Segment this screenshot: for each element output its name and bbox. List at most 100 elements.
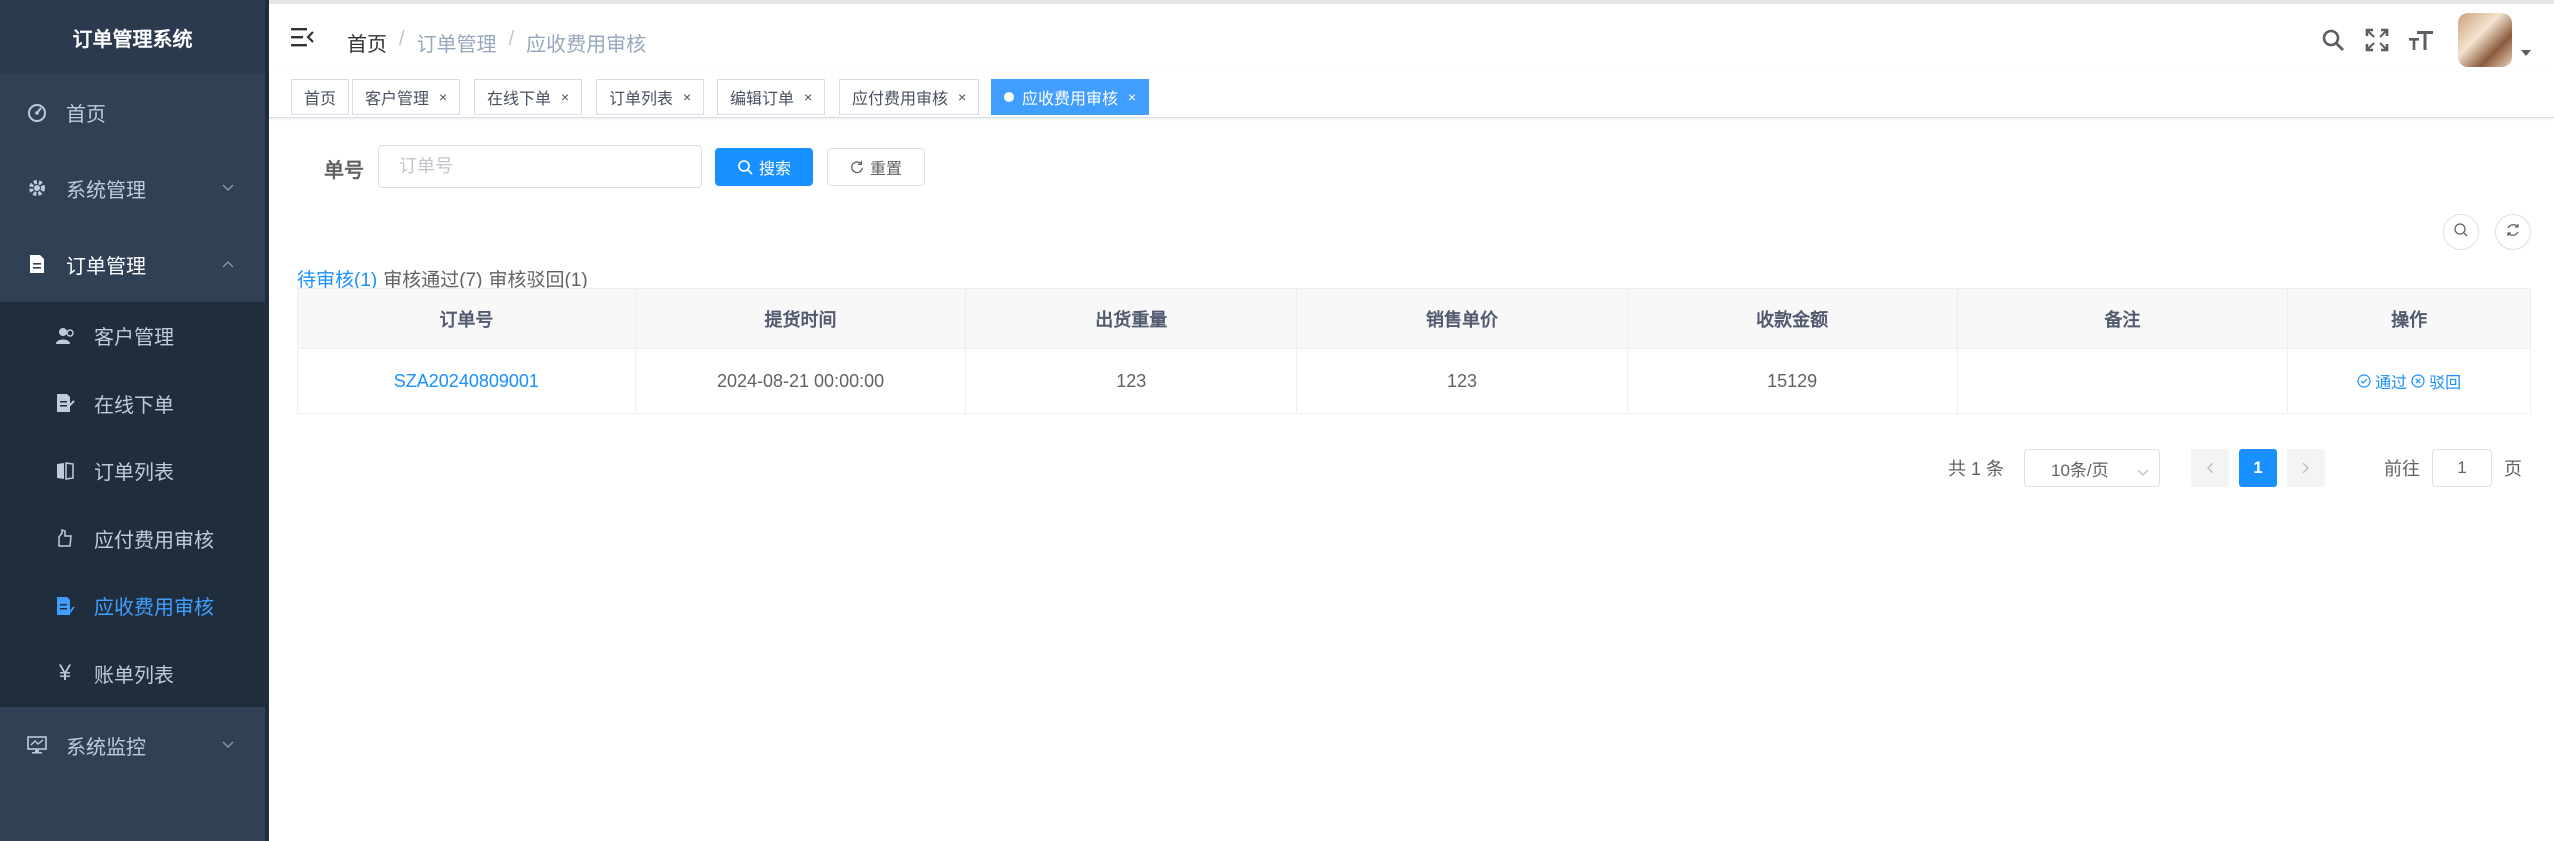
breadcrumb-current: 应收费用审核 <box>526 34 647 56</box>
page-size-value: 10条/页 <box>2051 460 2109 480</box>
font-size-icon[interactable] <box>2406 25 2436 55</box>
close-icon[interactable]: × <box>683 89 691 105</box>
sidebar-item-receivable-audit[interactable]: 应收费用审核 <box>0 572 265 640</box>
search-icon[interactable] <box>2318 25 2348 55</box>
sidebar-item-system-monitor[interactable]: 系统监控 <box>0 707 265 783</box>
table-row: SZA20240809001 2024-08-21 00:00:00 123 1… <box>298 349 2530 413</box>
sidebar-item-payable-audit[interactable]: 应付费用审核 <box>0 505 265 573</box>
goto-unit: 页 <box>2504 459 2522 479</box>
user-icon <box>54 325 76 347</box>
tag-order-list[interactable]: 订单列表 × <box>596 79 705 115</box>
search-button-label: 搜索 <box>758 161 791 178</box>
breadcrumb: 首页 / 订单管理 / 应收费用审核 <box>347 28 658 57</box>
reset-button[interactable]: 重置 <box>827 148 925 186</box>
breadcrumb-separator: / <box>399 28 405 50</box>
refresh-button[interactable] <box>2495 214 2531 250</box>
caret-down-icon[interactable] <box>2520 44 2536 60</box>
avatar[interactable] <box>2458 13 2512 67</box>
pagination: 共 1 条 10条/页 1 前往 页 <box>1948 449 2522 487</box>
tag-online-order[interactable]: 在线下单 × <box>474 79 583 115</box>
hand-icon <box>54 527 76 549</box>
column-header-amount: 收款金额 <box>1628 289 1958 348</box>
tag-receivable-audit[interactable]: 应收费用审核 × <box>991 79 1150 115</box>
order-no-label: 单号 <box>324 160 364 182</box>
toggle-search-button[interactable] <box>2443 214 2479 250</box>
cell-note <box>1958 349 2289 413</box>
receivable-audit-table: 订单号 提货时间 出货重量 销售单价 收款金额 备注 操作 SZA2024080… <box>297 288 2531 414</box>
edit-doc-icon <box>54 392 76 414</box>
tag-label: 客户管理 <box>365 91 430 108</box>
app-root: 订单管理系统 首页 系统管理 订单管理 客户管理 在线下单 订单列表 应付费用审… <box>0 0 2554 841</box>
tag-home[interactable]: 首页 <box>291 79 350 115</box>
close-circle-icon <box>2411 374 2425 388</box>
prev-page-button[interactable] <box>2191 449 2229 487</box>
close-icon[interactable]: × <box>958 89 966 105</box>
close-icon[interactable]: × <box>804 89 812 105</box>
doc-check-icon <box>54 595 76 617</box>
tag-label: 编辑订单 <box>730 91 795 108</box>
sidebar-item-home[interactable]: 首页 <box>0 74 265 150</box>
next-page-button[interactable] <box>2287 449 2325 487</box>
breadcrumb-separator: / <box>508 28 515 50</box>
tag-customer-management[interactable]: 客户管理 × <box>352 79 461 115</box>
sidebar: 订单管理系统 首页 系统管理 订单管理 客户管理 在线下单 订单列表 应付费用审… <box>0 0 269 841</box>
tag-edit-order[interactable]: 编辑订单 × <box>717 79 826 115</box>
chevron-down-icon <box>221 738 235 752</box>
cell-weight: 123 <box>966 349 1298 413</box>
cell-pickup-time: 2024-08-21 00:00:00 <box>636 349 967 413</box>
page-number-current[interactable]: 1 <box>2239 449 2277 487</box>
navbar-right-menu <box>2304 13 2536 67</box>
tag-label: 应付费用审核 <box>852 91 949 108</box>
hamburger-icon[interactable] <box>291 26 317 52</box>
submenu-item-label: 账单列表 <box>94 664 174 687</box>
chevron-left-icon <box>2206 462 2214 474</box>
sidebar-logo-title: 订单管理系统 <box>0 0 265 74</box>
cell-unit-price: 123 <box>1297 349 1628 413</box>
active-dot-icon <box>1004 92 1014 102</box>
refresh-icon <box>850 160 864 174</box>
goto-page: 前往 页 <box>2384 449 2522 487</box>
close-icon[interactable]: × <box>561 89 569 105</box>
column-header-unit-price: 销售单价 <box>1297 289 1628 348</box>
order-no-link[interactable]: SZA20240809001 <box>394 371 539 392</box>
sidebar-item-system-management[interactable]: 系统管理 <box>0 150 265 226</box>
goto-page-input[interactable] <box>2432 449 2492 487</box>
reject-label: 驳回 <box>2429 375 2462 392</box>
tag-label: 应收费用审核 <box>1022 91 1119 108</box>
submenu-item-label: 应付费用审核 <box>94 529 214 552</box>
order-no-input[interactable] <box>378 145 702 188</box>
tag-label: 首页 <box>304 91 337 108</box>
cell-actions: 通过 驳回 <box>2288 349 2530 413</box>
breadcrumb-home[interactable]: 首页 <box>347 28 387 57</box>
chevron-down-icon <box>2137 462 2149 482</box>
column-header-actions: 操作 <box>2391 309 2428 330</box>
sidebar-item-bill-list[interactable]: ¥ 账单列表 <box>0 640 265 708</box>
reject-button[interactable]: 驳回 <box>2411 369 2461 393</box>
refresh-icon <box>2505 222 2521 243</box>
sidebar-item-order-list[interactable]: 订单列表 <box>0 437 265 505</box>
column-header-order-no: 订单号 <box>298 289 636 348</box>
fullscreen-icon[interactable] <box>2362 25 2392 55</box>
sidebar-item-label: 首页 <box>66 103 106 126</box>
chevron-down-icon <box>221 181 235 195</box>
sidebar-item-online-order[interactable]: 在线下单 <box>0 370 265 438</box>
approve-button[interactable]: 通过 <box>2357 369 2407 393</box>
pagination-total: 共 1 条 <box>1947 459 2004 479</box>
goto-label: 前往 <box>2384 459 2420 479</box>
sidebar-item-customer-management[interactable]: 客户管理 <box>0 302 265 370</box>
sidebar-item-order-management[interactable]: 订单管理 <box>0 226 265 302</box>
submenu-item-label: 订单列表 <box>94 462 174 485</box>
yen-icon: ¥ <box>58 660 72 686</box>
table-header: 订单号 提货时间 出货重量 销售单价 收款金额 备注 操作 <box>298 289 2530 349</box>
close-icon[interactable]: × <box>1128 89 1136 105</box>
order-submenu: 客户管理 在线下单 订单列表 应付费用审核 应收费用审核 ¥ 账单列表 <box>0 302 265 707</box>
top-navbar: 首页 / 订单管理 / 应收费用审核 <box>269 0 2554 72</box>
search-button[interactable]: 搜索 <box>715 148 813 186</box>
tag-payable-audit[interactable]: 应付费用审核 × <box>839 79 980 115</box>
breadcrumb-order-management: 订单管理 <box>416 34 497 56</box>
column-header-pickup-time: 提货时间 <box>636 289 967 348</box>
cell-amount: 15129 <box>1628 349 1958 413</box>
page-size-select[interactable]: 10条/页 <box>2024 449 2160 487</box>
close-icon[interactable]: × <box>439 89 447 105</box>
gear-icon <box>26 177 48 199</box>
